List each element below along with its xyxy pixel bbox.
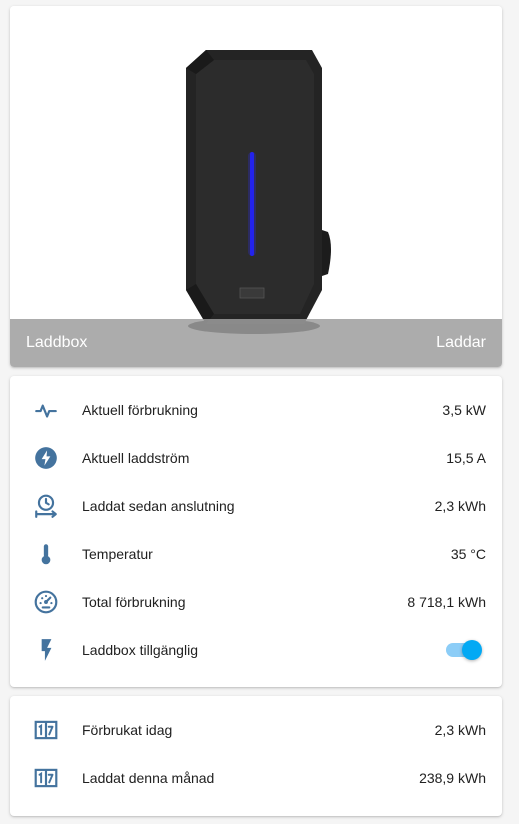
- entity-row-charged-since-connect[interactable]: Laddat sedan anslutning 2,3 kWh: [10, 482, 502, 530]
- entity-value: 3,5 kW: [442, 402, 486, 418]
- counter-icon: [32, 716, 60, 744]
- statistic-row-today[interactable]: Förbrukat idag 2,3 kWh: [10, 706, 502, 754]
- statistics-card: Förbrukat idag 2,3 kWh Laddat denna måna…: [10, 696, 502, 816]
- entity-row-charger-available[interactable]: Laddbox tillgänglig: [10, 626, 502, 674]
- entity-row-current-amperage[interactable]: Aktuell laddström 15,5 A: [10, 434, 502, 482]
- clock-arrow-icon: [32, 492, 60, 520]
- statistic-label: Laddat denna månad: [82, 770, 215, 786]
- gauge-icon: [32, 588, 60, 616]
- entity-label: Laddat sedan anslutning: [82, 498, 235, 514]
- entity-value: 15,5 A: [446, 450, 486, 466]
- entities-card: Aktuell förbrukning 3,5 kW Aktuell ladds…: [10, 376, 502, 687]
- entity-label: Aktuell förbrukning: [82, 402, 198, 418]
- entity-row-temperature[interactable]: Temperatur 35 °C: [10, 530, 502, 578]
- entity-label: Total förbrukning: [82, 594, 186, 610]
- entity-value: 2,3 kWh: [434, 498, 486, 514]
- device-name: Laddbox: [26, 334, 88, 351]
- entity-row-total-consumption[interactable]: Total förbrukning 8 718,1 kWh: [10, 578, 502, 626]
- charger-image: [10, 6, 502, 367]
- entity-value: 35 °C: [450, 546, 486, 562]
- counter-icon: [32, 764, 60, 792]
- entity-label: Temperatur: [82, 546, 153, 562]
- entity-row-current-power[interactable]: Aktuell förbrukning 3,5 kW: [10, 386, 502, 434]
- statistic-row-month[interactable]: Laddat denna månad 238,9 kWh: [10, 754, 502, 802]
- statistic-label: Förbrukat idag: [82, 722, 173, 738]
- statistic-value: 238,9 kWh: [419, 770, 486, 786]
- entity-value: 8 718,1 kWh: [407, 594, 486, 610]
- lightning-circle-icon: [32, 444, 60, 472]
- device-state: Laddar: [436, 334, 486, 351]
- entity-label: Aktuell laddström: [82, 450, 190, 466]
- picture-card[interactable]: Laddbox Laddar: [10, 6, 502, 367]
- picture-footer: Laddbox Laddar: [10, 319, 502, 367]
- toggle-thumb: [462, 640, 482, 660]
- flash-icon: [32, 636, 60, 664]
- availability-toggle[interactable]: [446, 640, 482, 660]
- thermometer-icon: [32, 540, 60, 568]
- entity-label: Laddbox tillgänglig: [82, 642, 198, 658]
- pulse-icon: [32, 396, 60, 424]
- statistic-value: 2,3 kWh: [434, 722, 486, 738]
